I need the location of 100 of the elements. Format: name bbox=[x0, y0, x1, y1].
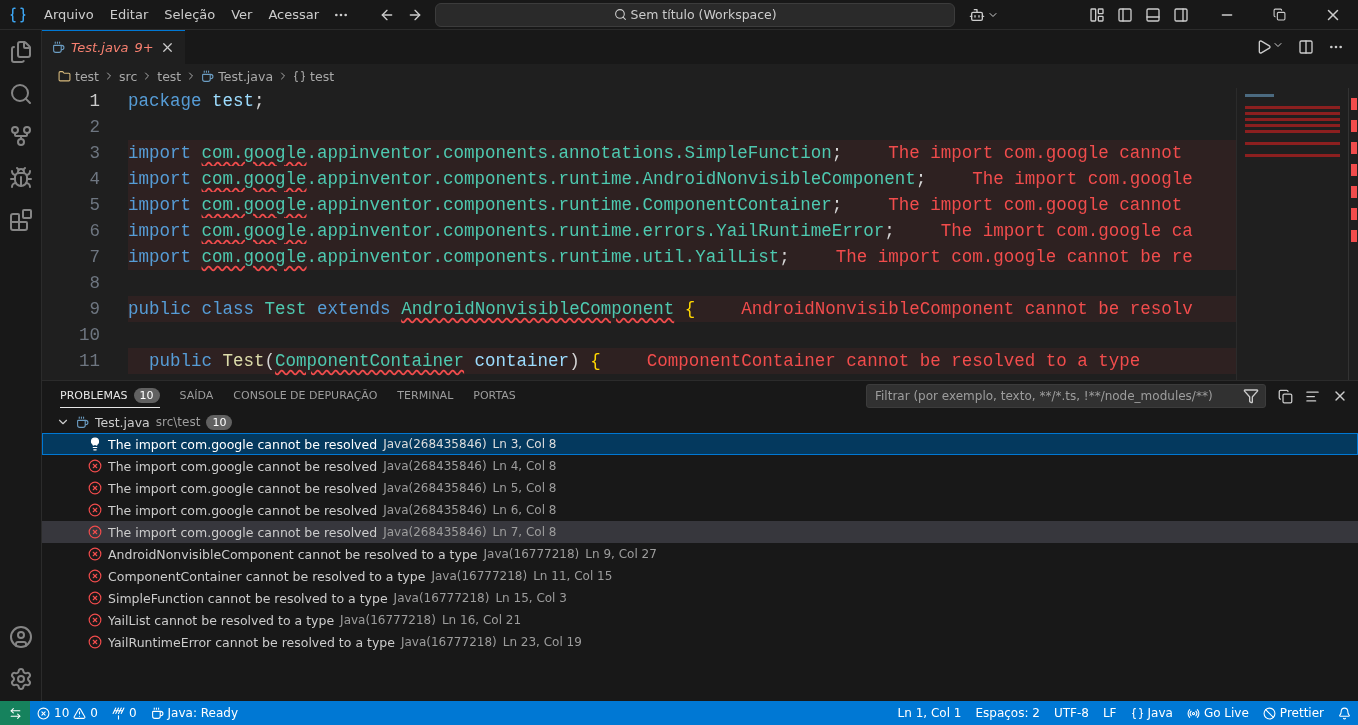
code-line: import com.google.appinventor.components.runtime.util.YailList; bbox=[128, 246, 790, 269]
folder-icon bbox=[58, 69, 71, 83]
collapse-all-icon[interactable] bbox=[1278, 388, 1293, 404]
split-editor-icon[interactable] bbox=[1298, 39, 1314, 55]
scrollbar[interactable] bbox=[1348, 88, 1358, 380]
command-center[interactable]: Sem título (Workspace) bbox=[435, 2, 956, 27]
problem-message: The import com.google cannot be resolved bbox=[108, 458, 378, 474]
panel-tab[interactable]: TERMINAL bbox=[397, 384, 454, 408]
inline-error-message: The import com.google cannot bbox=[888, 142, 1183, 165]
problem-location: Ln 5, Col 8 bbox=[492, 481, 557, 495]
problem-row[interactable]: The import com.google cannot be resolved Java(268435846) Ln 3, Col 8 bbox=[42, 433, 1358, 455]
secondary-sidebar-icon[interactable] bbox=[1173, 6, 1189, 23]
problem-message: The import com.google cannot be resolved bbox=[108, 480, 378, 496]
run-icon[interactable] bbox=[1256, 39, 1272, 55]
java-file-icon bbox=[52, 41, 65, 54]
extensions-icon[interactable] bbox=[8, 208, 33, 232]
java-file-icon bbox=[201, 69, 215, 83]
remote-button[interactable] bbox=[0, 701, 30, 725]
java-status[interactable]: Java: Ready bbox=[143, 706, 246, 720]
breadcrumb-item[interactable]: src bbox=[119, 68, 138, 84]
filter-field[interactable]: Filtrar (por exemplo, texto, **/*.ts, !**/node_modules/**) bbox=[866, 384, 1266, 408]
status-item[interactable]: UTF-8 bbox=[1046, 706, 1096, 720]
breadcrumb-item[interactable]: Test.java bbox=[218, 68, 274, 84]
error-icon bbox=[88, 613, 102, 627]
braces-icon bbox=[1130, 706, 1144, 720]
go-live-text: Go Live bbox=[1203, 706, 1249, 720]
line-number: 2 bbox=[89, 116, 100, 139]
line-number: 6 bbox=[89, 220, 100, 243]
problem-row[interactable]: AndroidNonvisibleComponent cannot be resolved to a type Java(16777218) Ln 9, Col 27 bbox=[42, 543, 1358, 565]
problem-message: AndroidNonvisibleComponent cannot be resolved to a type bbox=[108, 546, 478, 562]
search-icon bbox=[613, 8, 627, 21]
panel-tab[interactable]: PROBLEMAS 10 bbox=[60, 384, 160, 408]
status-item[interactable]: Espaços: 2 bbox=[968, 706, 1047, 720]
error-icon bbox=[88, 569, 102, 583]
problem-location: Ln 23, Col 19 bbox=[502, 635, 582, 649]
line-number: 1 bbox=[89, 90, 100, 113]
language-status[interactable]: Java bbox=[1123, 706, 1180, 720]
filter-icon[interactable] bbox=[1243, 388, 1259, 404]
language-text: Java bbox=[1147, 706, 1173, 720]
file-name: Test.java bbox=[95, 414, 150, 430]
panel-tab[interactable]: SAÍDA bbox=[179, 384, 214, 408]
problem-location: Ln 15, Col 3 bbox=[495, 591, 567, 605]
error-icon bbox=[88, 503, 102, 517]
java-status-text: Java: Ready bbox=[167, 706, 239, 720]
status-item[interactable]: Ln 1, Col 1 bbox=[890, 706, 969, 720]
panel-tab[interactable]: CONSOLE DE DEPURAÇÃO bbox=[233, 384, 378, 408]
problem-row[interactable]: The import com.google cannot be resolved Java(268435846) Ln 5, Col 8 bbox=[42, 477, 1358, 499]
problem-source: Java(268435846) bbox=[383, 481, 487, 495]
problems-status[interactable]: 10 0 bbox=[30, 706, 105, 720]
breadcrumb-item[interactable]: test bbox=[310, 68, 335, 84]
source-control-icon[interactable] bbox=[8, 124, 33, 148]
inline-error-message: AndroidNonvisibleComponent cannot be resolv bbox=[741, 298, 1193, 321]
problem-row[interactable]: YailRuntimeError cannot be resolved to a type Java(16777218) Ln 23, Col 19 bbox=[42, 631, 1358, 653]
panel-tab-label: PROBLEMAS bbox=[60, 389, 128, 402]
file-path: src\test bbox=[155, 415, 201, 429]
prettier-status[interactable]: Prettier bbox=[1255, 706, 1331, 720]
settings-icon[interactable] bbox=[8, 667, 33, 691]
menu-item[interactable]: Editar bbox=[101, 7, 157, 22]
menu-item[interactable]: Seleção bbox=[156, 7, 224, 22]
problem-message: SimpleFunction cannot be resolved to a type bbox=[108, 590, 388, 606]
inline-error-message: The import com.google bbox=[972, 168, 1193, 191]
menu-item[interactable]: Acessar bbox=[260, 7, 328, 22]
inline-error-message: The import com.google cannot bbox=[888, 194, 1183, 217]
restore-icon[interactable] bbox=[1273, 8, 1286, 21]
problem-source: Java(268435846) bbox=[383, 525, 487, 539]
problem-row[interactable]: The import com.google cannot be resolved Java(268435846) Ln 6, Col 8 bbox=[42, 499, 1358, 521]
search-icon[interactable] bbox=[8, 82, 33, 106]
breadcrumb-item[interactable]: test bbox=[75, 68, 99, 84]
problem-location: Ln 16, Col 21 bbox=[441, 613, 522, 627]
editor-tab[interactable]: Test.java 9+ bbox=[42, 30, 185, 64]
layout-icon[interactable] bbox=[1089, 6, 1105, 23]
problem-row[interactable]: The import com.google cannot be resolved Java(268435846) Ln 7, Col 8 bbox=[42, 521, 1358, 543]
warning-icon bbox=[73, 706, 87, 720]
status-item[interactable]: LF bbox=[1095, 706, 1124, 720]
files-icon[interactable] bbox=[8, 40, 33, 64]
sidebar-toggle-icon[interactable] bbox=[1117, 6, 1133, 23]
problem-row[interactable]: The import com.google cannot be resolved Java(268435846) Ln 4, Col 8 bbox=[42, 455, 1358, 477]
ports-status[interactable]: 0 bbox=[104, 706, 144, 720]
account-icon[interactable] bbox=[8, 625, 33, 649]
run-debug-icon[interactable] bbox=[8, 166, 33, 190]
warning-count: 0 bbox=[90, 706, 98, 720]
menu-item[interactable]: Ver bbox=[223, 7, 261, 22]
code-line: package test; bbox=[128, 90, 265, 113]
code-line: import com.google.appinventor.components.annotations.SimpleFunction; bbox=[128, 142, 843, 165]
panel-toggle-icon[interactable] bbox=[1145, 6, 1161, 23]
panel-tab[interactable]: PORTAS bbox=[473, 384, 516, 408]
file-group-row[interactable]: Test.java src\test 10 bbox=[42, 411, 1358, 433]
problem-row[interactable]: SimpleFunction cannot be resolved to a type Java(16777218) Ln 15, Col 3 bbox=[42, 587, 1358, 609]
robot-icon[interactable] bbox=[969, 6, 986, 23]
workspace-title: Sem título (Workspace) bbox=[630, 7, 777, 22]
menu-item[interactable]: Arquivo bbox=[36, 7, 102, 22]
word-wrap-icon[interactable] bbox=[1305, 388, 1320, 404]
problem-source: Java(16777218) bbox=[400, 635, 497, 649]
problem-row[interactable]: ComponentContainer cannot be resolved to a type Java(16777218) Ln 11, Col 15 bbox=[42, 565, 1358, 587]
problem-source: Java(268435846) bbox=[383, 437, 487, 451]
breadcrumb-item[interactable]: test bbox=[157, 68, 182, 84]
problem-row[interactable]: YailList cannot be resolved to a type Java(16777218) Ln 16, Col 21 bbox=[42, 609, 1358, 631]
go-live-button[interactable]: Go Live bbox=[1179, 706, 1256, 720]
line-number: 9 bbox=[89, 298, 100, 321]
error-icon bbox=[88, 635, 102, 649]
